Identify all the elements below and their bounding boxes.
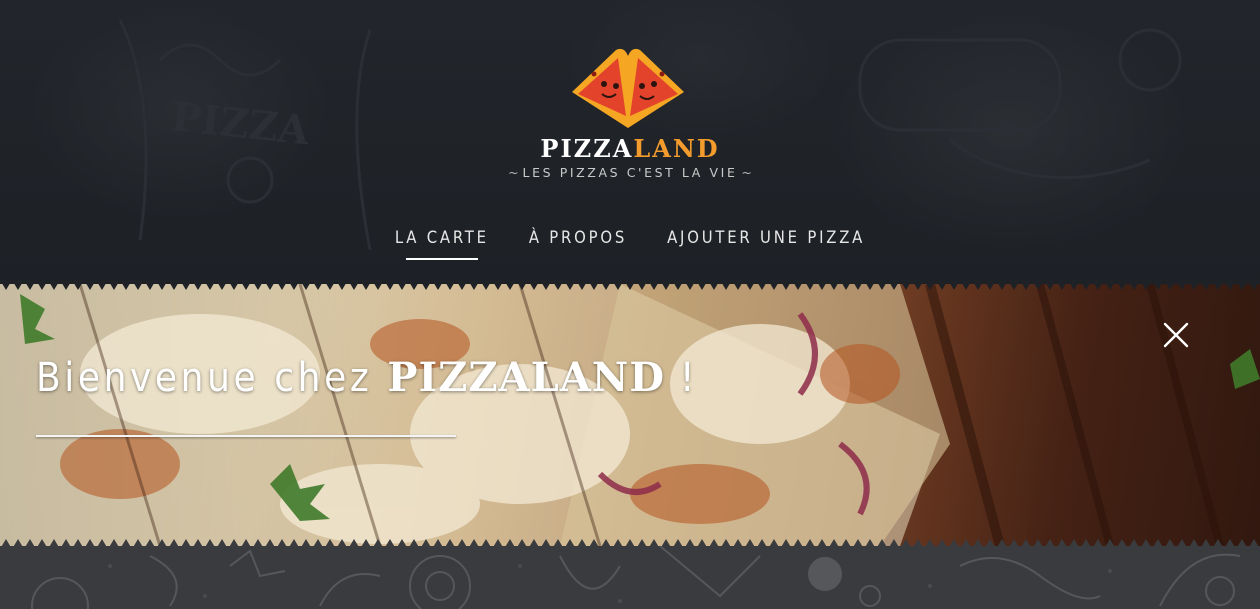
food-doodle-pattern [31,546,1241,609]
brand-word-pizza: PIZZA [540,134,634,163]
tagline-squiggle-right: ~ [737,165,752,180]
site-header: PIZZA PIZZALAND ~ LES PIZZAS C'EST LA VI… [0,0,1260,284]
tagline-text: LES PIZZAS C'EST LA VIE [522,165,738,180]
brand-tagline: ~ LES PIZZAS C'EST LA VIE ~ [0,165,1260,180]
hero-exclamation: ! [680,355,699,401]
close-icon[interactable] [1160,319,1192,351]
hero-zigzag-top-edge [0,280,1260,290]
hero-brand-word-land: LAND [530,354,666,401]
hero-brand-word-pizza: PIZZA [387,354,531,401]
hero-underline [36,435,456,437]
brand-word-land: LAND [633,134,720,163]
nav-item-a-propos[interactable]: À PROPOS [529,226,627,260]
hero-banner: Bienvenue chez PIZZALAND ! [0,284,1260,546]
pizza-photo-illustration [0,284,1260,546]
hero-brand-wordmark: PIZZALAND [387,354,665,401]
hero-welcome-heading: Bienvenue chez PIZZALAND ! [36,354,698,401]
doodle-pattern-section [0,546,1260,609]
hero-welcome-text: Bienvenue chez [36,355,373,401]
tagline-squiggle-left: ~ [508,165,523,180]
main-navigation: LA CARTE À PROPOS AJOUTER UNE PIZZA [0,226,1260,266]
brand-wordmark: PIZZALAND [0,134,1260,163]
nav-item-ajouter-une-pizza[interactable]: AJOUTER UNE PIZZA [667,226,865,260]
nav-item-la-carte[interactable]: LA CARTE [395,226,489,260]
pizza-slices-logo-icon [572,48,684,128]
